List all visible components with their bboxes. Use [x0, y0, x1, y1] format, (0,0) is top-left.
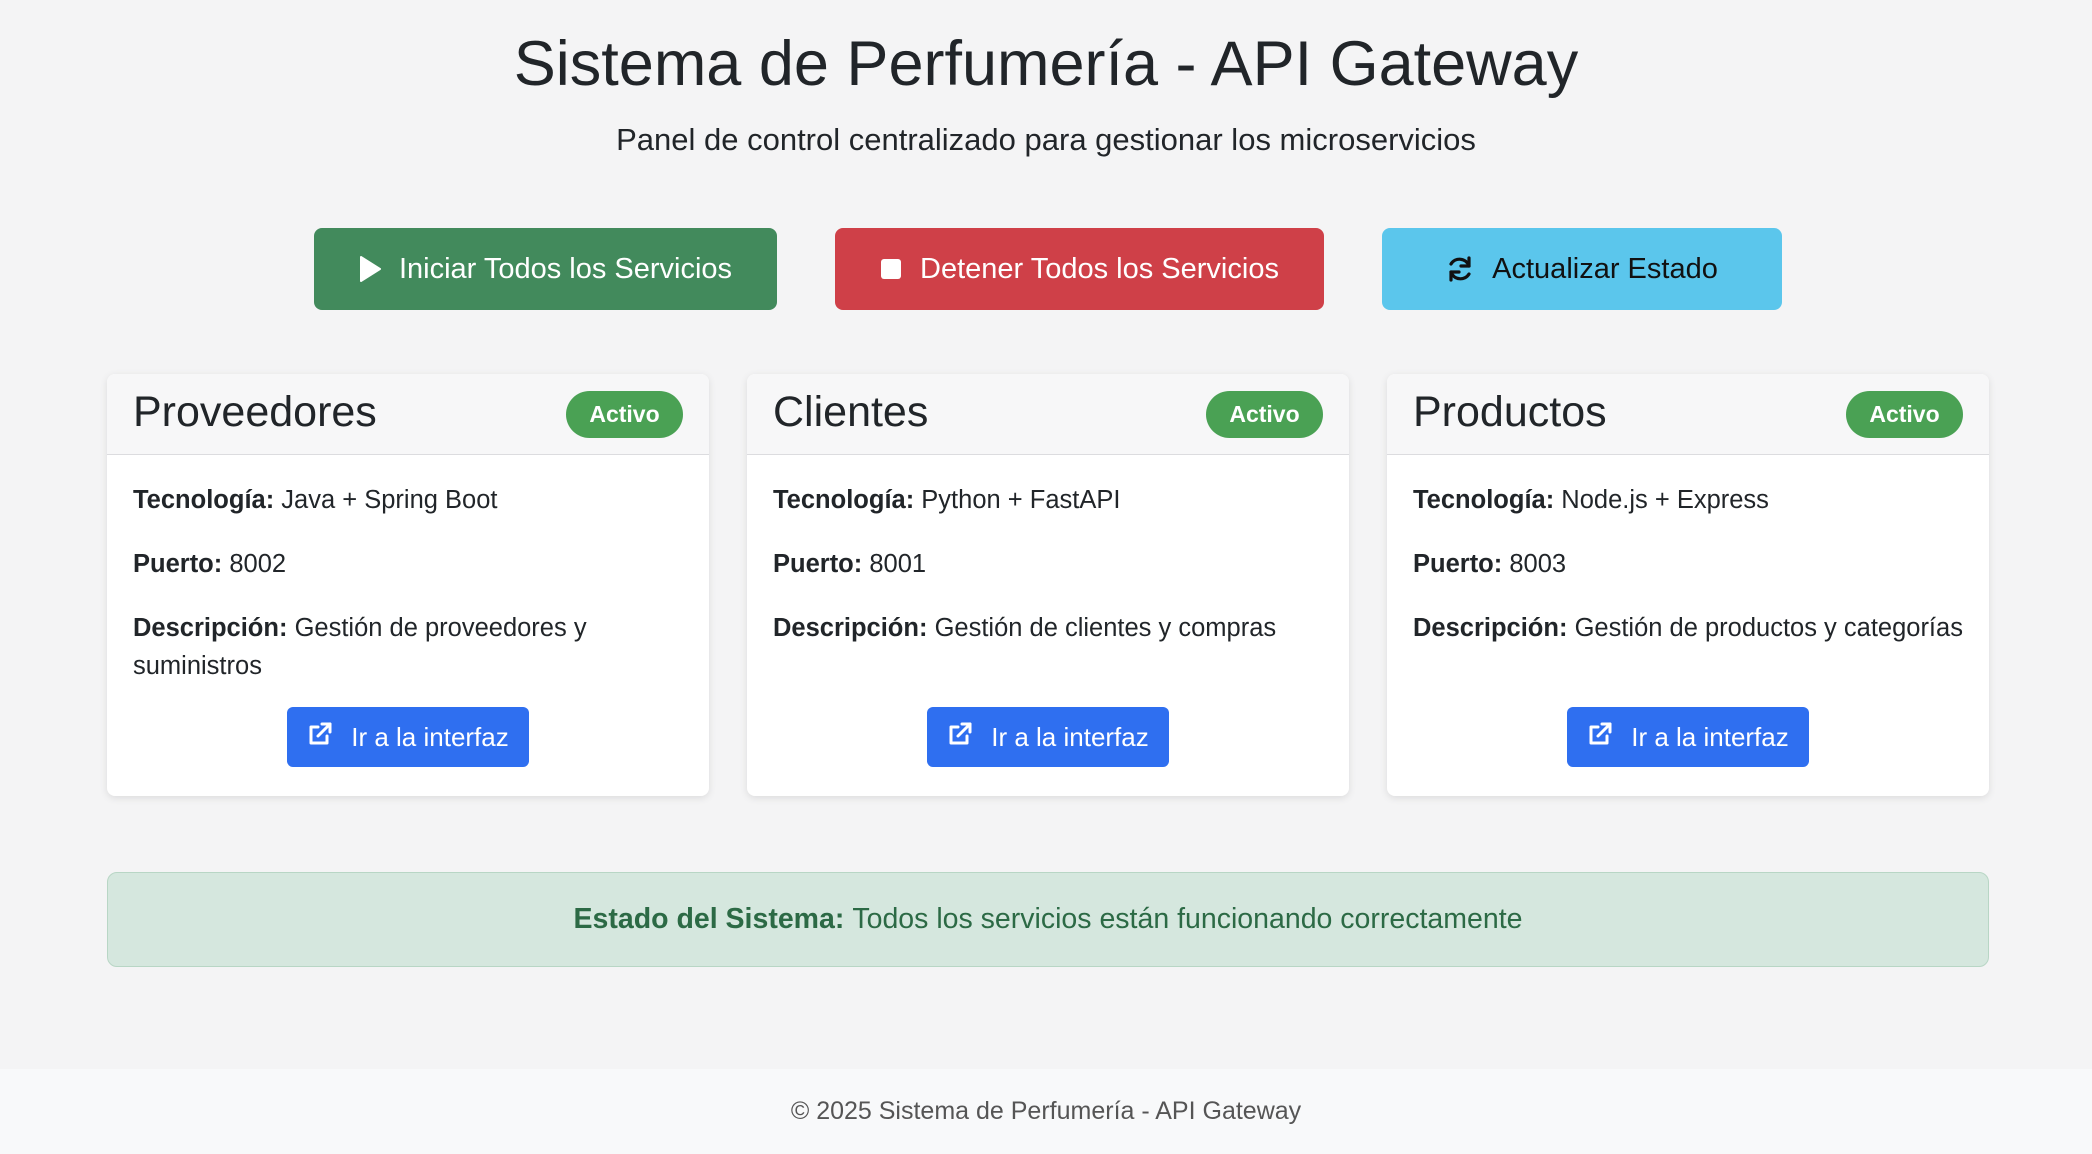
service-name: Clientes	[773, 388, 929, 436]
description-value: Gestión de clientes y compras	[934, 614, 1277, 642]
refresh-icon	[1446, 255, 1474, 283]
footer: © 2025 Sistema de Perfumería - API Gatew…	[0, 1069, 2092, 1154]
technology-value: Java + Spring Boot	[281, 486, 498, 514]
system-status-alert: Estado del Sistema: Todos los servicios …	[107, 872, 1989, 967]
status-badge: Activo	[1206, 391, 1323, 438]
stop-all-label: Detener Todos los Servicios	[920, 252, 1279, 285]
port-value: 8001	[869, 550, 927, 578]
status-badge: Activo	[566, 391, 683, 438]
start-all-label: Iniciar Todos los Servicios	[398, 252, 733, 285]
technology-label: Tecnología:	[1413, 486, 1555, 514]
stop-icon	[880, 258, 902, 280]
port-value: 8002	[229, 550, 287, 578]
stop-all-button[interactable]: Detener Todos los Servicios	[835, 228, 1324, 310]
footer-text: © 2025 Sistema de Perfumería - API Gatew…	[790, 1097, 1302, 1125]
technology-value: Python + FastAPI	[921, 486, 1121, 514]
technology-row: Tecnología: Python + FastAPI	[773, 481, 1323, 519]
port-label: Puerto:	[1413, 550, 1503, 578]
description-row: Descripción: Gestión de clientes y compr…	[773, 609, 1323, 647]
description-label: Descripción:	[1413, 614, 1568, 642]
service-name: Proveedores	[133, 388, 377, 436]
start-all-button[interactable]: Iniciar Todos los Servicios	[314, 228, 777, 310]
service-card-productos: Productos Activo Tecnología: Node.js + E…	[1387, 374, 1989, 796]
external-link-icon	[1587, 721, 1613, 754]
description-row: Descripción: Gestión de productos y cate…	[1413, 609, 1963, 647]
technology-row: Tecnología: Java + Spring Boot	[133, 481, 683, 519]
card-header: Productos Activo	[1387, 374, 1989, 455]
play-icon	[359, 256, 381, 282]
description-value: Gestión de productos y categorías	[1574, 614, 1963, 642]
status-badge: Activo	[1846, 391, 1963, 438]
technology-row: Tecnología: Node.js + Express	[1413, 481, 1963, 519]
page-subtitle: Panel de control centralizado para gesti…	[616, 122, 1476, 157]
refresh-status-button[interactable]: Actualizar Estado	[1382, 228, 1782, 310]
port-label: Puerto:	[133, 550, 223, 578]
external-link-icon	[307, 721, 333, 754]
open-interface-button[interactable]: Ir a la interfaz	[927, 707, 1169, 767]
open-interface-button[interactable]: Ir a la interfaz	[287, 707, 529, 767]
description-label: Descripción:	[773, 614, 928, 642]
port-row: Puerto: 8003	[1413, 545, 1963, 583]
technology-label: Tecnología:	[773, 486, 915, 514]
open-interface-label: Ir a la interfaz	[1631, 721, 1789, 752]
system-status-label: Estado del Sistema:	[573, 903, 845, 935]
service-name: Productos	[1413, 388, 1607, 436]
card-header: Clientes Activo	[747, 374, 1349, 455]
refresh-status-label: Actualizar Estado	[1492, 252, 1718, 285]
port-row: Puerto: 8002	[133, 545, 683, 583]
technology-label: Tecnología:	[133, 486, 275, 514]
page: Sistema de Perfumería - API Gateway Pane…	[0, 0, 2092, 1154]
port-label: Puerto:	[773, 550, 863, 578]
technology-value: Node.js + Express	[1561, 486, 1769, 514]
description-row: Descripción: Gestión de proveedores y su…	[133, 609, 683, 685]
port-value: 8003	[1509, 550, 1567, 578]
port-row: Puerto: 8001	[773, 545, 1323, 583]
open-interface-label: Ir a la interfaz	[351, 721, 509, 752]
service-card-proveedores: Proveedores Activo Tecnología: Java + Sp…	[107, 374, 709, 796]
external-link-icon	[947, 721, 973, 754]
service-card-clientes: Clientes Activo Tecnología: Python + Fas…	[747, 374, 1349, 796]
card-header: Proveedores Activo	[107, 374, 709, 455]
system-status-message: Todos los servicios están funcionando co…	[852, 903, 1523, 935]
open-interface-button[interactable]: Ir a la interfaz	[1567, 707, 1809, 767]
page-title: Sistema de Perfumería - API Gateway	[513, 29, 1579, 99]
description-label: Descripción:	[133, 614, 288, 642]
action-bar: Iniciar Todos los Servicios Detener Todo…	[0, 228, 2092, 310]
open-interface-label: Ir a la interfaz	[991, 721, 1149, 752]
